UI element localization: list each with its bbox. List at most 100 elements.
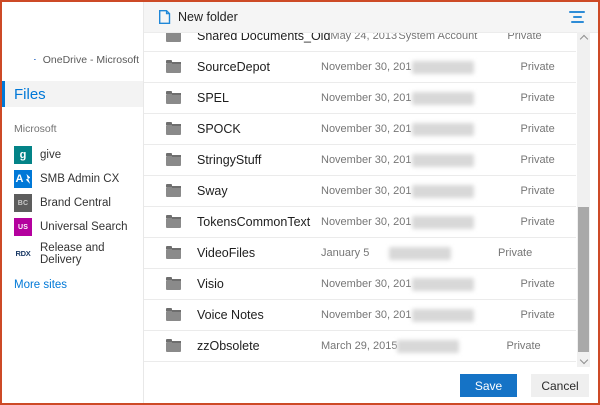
site-tile-icon: US <box>14 218 32 236</box>
more-sites-link[interactable]: More sites <box>14 279 143 291</box>
folder-row[interactable]: TokensCommonText November 30, 201 Privat… <box>144 207 576 238</box>
redacted-name <box>389 247 451 260</box>
folder-modified-date: November 30, 201 <box>321 309 412 321</box>
folder-sharing-status: Private <box>498 247 532 259</box>
folder-name: SPOCK <box>197 122 321 136</box>
redacted-name <box>412 216 474 229</box>
folder-modified-by <box>412 154 521 167</box>
folder-modified-by <box>412 123 521 136</box>
folder-modified-date: November 30, 201 <box>321 278 412 290</box>
folder-icon <box>166 94 181 104</box>
folder-icon <box>166 63 181 73</box>
folder-modified-by <box>397 340 506 353</box>
redacted-name <box>412 61 474 74</box>
dialog-footer: Save Cancel <box>460 374 589 397</box>
sidebar-site-item[interactable]: g give <box>2 143 143 167</box>
folder-name: SPEL <box>197 91 321 105</box>
sidebar: OneDrive - Microsoft Files Microsoft g g… <box>2 2 143 403</box>
folder-name: StringyStuff <box>197 153 321 167</box>
folder-modified-by <box>412 61 521 74</box>
sidebar-section-microsoft: Microsoft <box>14 123 143 135</box>
folder-name: Sway <box>197 184 321 198</box>
files-label: Files <box>14 86 46 103</box>
folder-name: SourceDepot <box>197 60 321 74</box>
folder-name: Visio <box>197 277 321 291</box>
toolbar: New folder <box>144 2 598 33</box>
save-button[interactable]: Save <box>460 374 517 397</box>
folder-row[interactable]: Voice Notes November 30, 201 Private <box>144 300 576 331</box>
folder-row[interactable]: zzObsolete March 29, 2015 Private <box>144 331 576 362</box>
folder-icon <box>166 32 181 42</box>
folder-sharing-status: Private <box>506 340 540 352</box>
folder-row[interactable]: SourceDepot November 30, 201 Private <box>144 52 576 83</box>
sidebar-site-item[interactable]: BC Brand Central <box>2 191 143 215</box>
folder-icon <box>166 342 181 352</box>
folder-row[interactable]: Visio November 30, 201 Private <box>144 269 576 300</box>
folder-row[interactable]: Sway November 30, 201 Private <box>144 176 576 207</box>
account-label: OneDrive - Microsoft <box>43 54 139 66</box>
folder-icon <box>166 249 181 259</box>
site-label: Release and Delivery <box>40 242 143 266</box>
redacted-name <box>412 278 474 291</box>
scroll-up-arrow-icon[interactable] <box>577 32 590 44</box>
site-label: Universal Search <box>40 221 128 233</box>
folder-modified-date: November 30, 201 <box>321 185 412 197</box>
scroll-down-arrow-icon[interactable] <box>577 355 590 367</box>
onedrive-account: OneDrive - Microsoft <box>34 50 139 69</box>
folder-modified-date: November 30, 201 <box>321 61 412 73</box>
folder-icon <box>166 125 181 135</box>
folder-modified-by <box>412 216 521 229</box>
folder-sharing-status: Private <box>521 92 555 104</box>
folder-icon <box>166 218 181 228</box>
onedrive-folder-picker-dialog: OneDrive - Microsoft Files Microsoft g g… <box>0 0 600 405</box>
redacted-name <box>412 309 474 322</box>
folder-row[interactable]: SPOCK November 30, 201 Private <box>144 114 576 145</box>
folder-sharing-status: Private <box>521 154 555 166</box>
folder-modified-by <box>412 92 521 105</box>
folder-name: TokensCommonText <box>197 215 321 229</box>
folder-list: Shared Documents_Old May 24, 2013 System… <box>144 21 576 362</box>
sidebar-site-item[interactable]: A SMB Admin CX <box>2 167 143 191</box>
site-tile-icon: A <box>14 170 32 188</box>
cancel-button[interactable]: Cancel <box>531 374 589 397</box>
folder-icon <box>166 187 181 197</box>
site-tile-icon: g <box>14 146 32 164</box>
redacted-name <box>412 123 474 136</box>
site-list: g give A SMB Admin CX BC Brand Central U… <box>2 143 143 269</box>
folder-name: Voice Notes <box>197 308 321 322</box>
folder-modified-by <box>412 309 521 322</box>
folder-sharing-status: Private <box>521 216 555 228</box>
folder-modified-date: November 30, 201 <box>321 92 412 104</box>
scrollbar-thumb[interactable] <box>578 207 589 352</box>
folder-row[interactable]: StringyStuff November 30, 201 Private <box>144 145 576 176</box>
sidebar-site-item[interactable]: US Universal Search <box>2 215 143 239</box>
folder-row[interactable]: SPEL November 30, 201 Private <box>144 83 576 114</box>
new-folder-label: New folder <box>178 10 238 24</box>
new-folder-icon <box>158 9 171 25</box>
folder-sharing-status: Private <box>521 278 555 290</box>
folder-name: zzObsolete <box>197 339 321 353</box>
folder-sharing-status: Private <box>521 185 555 197</box>
site-label: Brand Central <box>40 197 111 209</box>
redacted-name <box>412 185 474 198</box>
folder-modified-by <box>389 247 498 260</box>
sidebar-item-files[interactable]: Files <box>2 81 143 107</box>
folder-sharing-status: Private <box>521 309 555 321</box>
new-folder-button[interactable]: New folder <box>158 9 238 25</box>
folder-modified-date: November 30, 201 <box>321 216 412 228</box>
site-tile-icon: BC <box>14 194 32 212</box>
folder-list-pane: New folder Shared Documents_Old May 24, … <box>143 2 598 403</box>
folder-icon <box>166 311 181 321</box>
sidebar-site-item[interactable]: RDX Release and Delivery <box>2 239 143 269</box>
folder-row[interactable]: VideoFiles January 5 Private <box>144 238 576 269</box>
folder-modified-by <box>412 278 521 291</box>
folder-modified-date: January 5 <box>321 247 389 259</box>
redacted-name <box>412 92 474 105</box>
scrollbar[interactable] <box>577 32 590 367</box>
folder-icon <box>166 280 181 290</box>
folder-modified-by <box>412 185 521 198</box>
folder-name: VideoFiles <box>197 246 321 260</box>
folder-modified-date: November 30, 201 <box>321 123 412 135</box>
view-options-icon[interactable] <box>566 8 588 26</box>
site-tile-icon: RDX <box>14 245 32 263</box>
